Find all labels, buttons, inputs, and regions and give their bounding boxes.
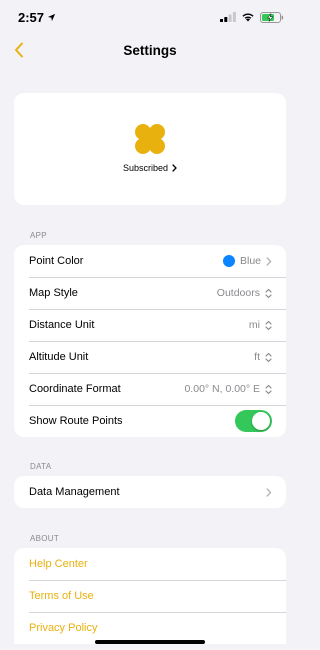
chevron-up-down-icon — [265, 320, 272, 330]
point-color-label: Point Color — [29, 255, 84, 267]
location-arrow-icon — [47, 13, 56, 21]
section-header-app: APP — [30, 231, 47, 240]
home-indicator[interactable] — [95, 640, 205, 644]
map-style-value: Outdoors — [217, 287, 272, 299]
app-settings-group: Point Color Blue Map Style Outdoors Dist… — [14, 245, 286, 437]
map-style-label: Map Style — [29, 287, 78, 299]
distance-unit-value: mi — [249, 319, 272, 331]
status-bar: 2:57 — [0, 0, 300, 34]
map-style-row[interactable]: Map Style Outdoors — [14, 277, 286, 309]
cellular-signal-icon — [220, 12, 236, 22]
subscription-status-link[interactable]: Subscribed — [123, 163, 177, 173]
section-header-data: DATA — [30, 462, 52, 471]
help-center-link[interactable]: Help Center — [29, 558, 88, 570]
subscription-label: Subscribed — [122, 163, 169, 173]
altitude-unit-label: Altitude Unit — [29, 351, 89, 363]
help-center-row[interactable]: Help Center — [14, 548, 286, 580]
terms-of-use-row[interactable]: Terms of Use — [14, 580, 286, 612]
back-button[interactable] — [8, 39, 30, 61]
coordinate-format-value: 0.00° N, 0.00° E — [184, 383, 272, 395]
navigation-bar: Settings — [0, 34, 300, 66]
show-route-points-label: Show Route Points — [29, 415, 123, 427]
altitude-unit-row[interactable]: Altitude Unit ft — [14, 341, 286, 373]
data-management-row[interactable]: Data Management — [14, 476, 286, 508]
chevron-right-icon — [266, 487, 272, 497]
altitude-unit-value: ft — [254, 351, 272, 363]
distance-unit-label: Distance Unit — [29, 319, 95, 331]
altitude-unit-text: ft — [254, 351, 260, 363]
point-color-row[interactable]: Point Color Blue — [14, 245, 286, 277]
wifi-icon — [242, 13, 254, 22]
coordinate-format-label: Coordinate Format — [29, 383, 121, 395]
status-icons — [220, 11, 284, 23]
coordinate-format-text: 0.00° N, 0.00° E — [184, 383, 260, 395]
chevron-right-icon — [266, 256, 272, 266]
page-title: Settings — [123, 42, 177, 58]
point-color-text: Blue — [239, 255, 261, 267]
coordinate-format-row[interactable]: Coordinate Format 0.00° N, 0.00° E — [14, 373, 286, 405]
chevron-up-down-icon — [265, 352, 272, 362]
terms-of-use-link[interactable]: Terms of Use — [29, 590, 94, 602]
map-style-text: Outdoors — [216, 287, 260, 299]
subscription-card: Subscribed — [14, 93, 286, 205]
show-route-points-row: Show Route Points — [14, 405, 286, 437]
show-route-points-toggle[interactable] — [235, 410, 272, 432]
distance-unit-row[interactable]: Distance Unit mi — [14, 309, 286, 341]
status-time-text: 2:57 — [18, 9, 45, 25]
data-management-label: Data Management — [29, 486, 120, 498]
data-settings-group: Data Management — [14, 476, 286, 508]
point-color-value: Blue — [222, 255, 272, 267]
status-time: 2:57 — [18, 10, 56, 25]
privacy-policy-link[interactable]: Privacy Policy — [29, 622, 97, 634]
color-swatch — [222, 255, 235, 267]
battery-charging-icon — [260, 11, 284, 23]
section-header-about: ABOUT — [30, 534, 60, 543]
about-group: Help Center Terms of Use Privacy Policy — [14, 548, 286, 644]
app-logo-icon — [135, 124, 165, 154]
chevron-up-down-icon — [265, 288, 272, 298]
chevron-left-icon — [15, 42, 23, 58]
chevron-up-down-icon — [265, 384, 272, 394]
chevron-right-icon — [172, 164, 177, 172]
distance-unit-text: mi — [248, 319, 260, 331]
